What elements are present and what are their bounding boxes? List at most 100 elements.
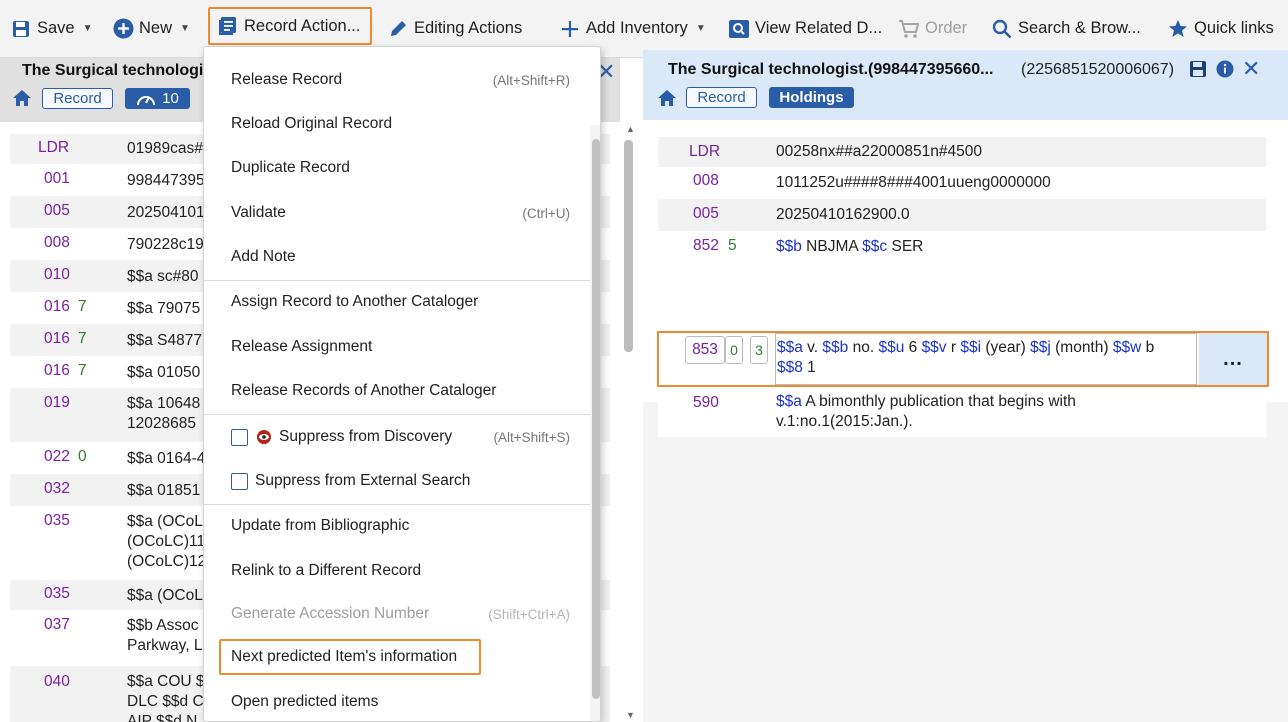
counter-value: 10 [162,90,179,107]
holdings-tab[interactable]: Holdings [769,87,854,108]
field-value-line2: DLC $$d C [127,693,204,710]
menu-item-validate[interactable]: Validate (Ctrl+U) [204,191,590,235]
field-indicator: 7 [78,298,87,315]
suppress-external-checkbox[interactable] [231,472,248,490]
save-icon[interactable] [1189,60,1207,78]
field-row[interactable]: 852 5 $$b NBJMA $$c SER [658,231,1266,263]
quick-links-button[interactable]: Quick links [1167,12,1274,45]
pencil-icon [387,18,409,40]
plus-icon [559,18,581,40]
indicator2-input[interactable]: 3 [750,336,768,364]
field-tag: 019 [44,394,70,411]
record-tab[interactable]: Record [42,88,113,109]
menu-item-next-predicted[interactable]: Next predicted Item's information [204,635,590,679]
menu-item-duplicate-record[interactable]: Duplicate Record [204,146,590,190]
field-value: 790228c19 [127,236,204,253]
field-tag: 005 [44,202,70,219]
field-tag: 032 [44,480,70,497]
menu-item-release-assignment[interactable]: Release Assignment [204,325,590,369]
record-actions-menu: Release Record (Alt+Shift+R) Reload Origi… [203,46,601,722]
view-related-label: View Related D... [755,19,883,37]
quick-links-label: Quick links [1194,19,1274,37]
menu-item-relink-record[interactable]: Relink to a Different Record [204,549,590,593]
field-value-line3: AIP $$d N [127,713,198,722]
record-action-label: Record Action... [244,16,361,35]
field-tag: 035 [44,512,70,529]
right-record-title: The Surgical technologist.(998447395660.… [668,61,994,78]
holdings-field-list: LDR 00258nx##a22000851n#4500 008 1011252u#… [643,120,1288,437]
menu-item-update-from-bib[interactable]: Update from Bibliographic [204,504,590,548]
left-record-title: The Surgical technologis [22,62,213,79]
field-value-line3: (OCoLC)12 [127,553,207,570]
field-row[interactable]: 590 $$a A bimonthly publication that beg… [658,389,1266,437]
save-button[interactable]: Save ▼ [10,12,93,45]
view-related-button[interactable]: View Related D... [728,12,882,45]
field-tag: 852 [693,237,719,254]
field-row[interactable]: 008 1011252u####8###4001uueng0000000 [658,167,1266,199]
menu-item-generate-accession[interactable]: Generate Accession Number (Shift+Ctrl+A) [204,592,590,636]
cart-icon [898,18,920,40]
left-scrollbar[interactable]: ▲ ▼ [620,122,643,722]
scroll-up-arrow[interactable]: ▲ [626,124,635,134]
counter-badge[interactable]: 10 [125,88,190,109]
chevron-down-icon[interactable]: ▼ [180,23,190,34]
record-action-button[interactable]: Record Action... [208,7,372,45]
chevron-down-icon[interactable]: ▼ [696,23,706,34]
field-value-line2: (OCoLC)11 [127,533,206,550]
search-browse-button[interactable]: Search & Brow... [991,12,1141,45]
field-value: $$a 10648 [127,395,201,412]
field-row[interactable]: LDR 00258nx##a22000851n#4500 [658,137,1266,167]
field-value-line2: Parkway, L [127,637,203,654]
menu-item-release-record[interactable]: Release Record (Alt+Shift+R) [204,58,590,102]
info-icon[interactable] [1216,60,1234,78]
home-icon[interactable] [657,88,677,108]
indicator1-input[interactable]: 0 [725,336,743,364]
menu-scrollbar[interactable] [590,125,600,721]
order-button[interactable]: Order [898,12,967,45]
field-tag: LDR [38,139,70,156]
field-value: $$a 79075 [127,300,201,317]
home-icon[interactable] [12,88,32,108]
record-tab[interactable]: Record [686,87,757,108]
menu-item-assign-record[interactable]: Assign Record to Another Cataloger [204,280,590,324]
add-inventory-label: Add Inventory [586,19,688,37]
field-row[interactable]: 005 20250410162900.0 [658,199,1266,231]
editing-actions-label: Editing Actions [414,19,523,37]
close-icon[interactable]: ✕ [1242,56,1260,82]
field-value: $$a (OCoL [127,587,203,604]
subfield-textarea[interactable]: $$a v. $$b no. $$u 6 $$v r $$i (year) $$… [775,333,1197,385]
editing-actions-button[interactable]: Editing Actions [387,12,522,45]
menu-item-release-records-other[interactable]: Release Records of Another Cataloger [204,369,590,413]
new-button[interactable]: New ▼ [112,12,190,45]
field-tag: 037 [44,616,70,633]
plus-circle-icon [112,18,134,40]
menu-item-reload-original-record[interactable]: Reload Original Record [204,102,590,146]
field-value-line2: v.1:no.1(2015:Jan.). [776,413,913,430]
menu-item-add-note[interactable]: Add Note [204,235,590,279]
menu-item-suppress-external[interactable]: Suppress from External Search [204,459,590,503]
scroll-thumb[interactable] [624,140,633,352]
field-tag: 008 [44,234,70,251]
chevron-down-icon[interactable]: ▼ [83,23,93,34]
field-value: $$a 01050 [127,364,201,381]
menu-item-suppress-discovery[interactable]: Suppress from Discovery (Alt+Shift+S) [204,415,590,459]
search-browse-label: Search & Brow... [1018,19,1141,37]
field-tag: 010 [44,266,70,283]
field-tag: 016 [44,362,70,379]
new-label: New [139,19,173,37]
scroll-down-arrow[interactable]: ▼ [626,710,635,720]
field-value: $$a (OCoL [127,513,203,530]
field-value: 202504101 [127,204,205,221]
suppress-discovery-checkbox[interactable] [231,428,248,446]
more-options-button[interactable]: ... [1199,333,1267,385]
holdings-record-panel: The Surgical technologist.(998447395660.… [643,50,1288,722]
menu-scroll-thumb[interactable] [592,139,600,699]
order-label: Order [925,19,968,37]
menu-item-open-predicted[interactable]: Open predicted items [204,680,590,721]
add-inventory-button[interactable]: Add Inventory ▼ [559,12,706,45]
active-field-853[interactable]: 853 0 3 $$a v. $$b no. $$u 6 $$v r $$i (… [657,331,1269,387]
tag-input[interactable]: 853 [685,336,725,364]
field-value: $$a 0164-4 [127,450,206,467]
field-value: $$a A bimonthly publication that begins … [776,393,1076,410]
save-label: Save [37,19,75,37]
